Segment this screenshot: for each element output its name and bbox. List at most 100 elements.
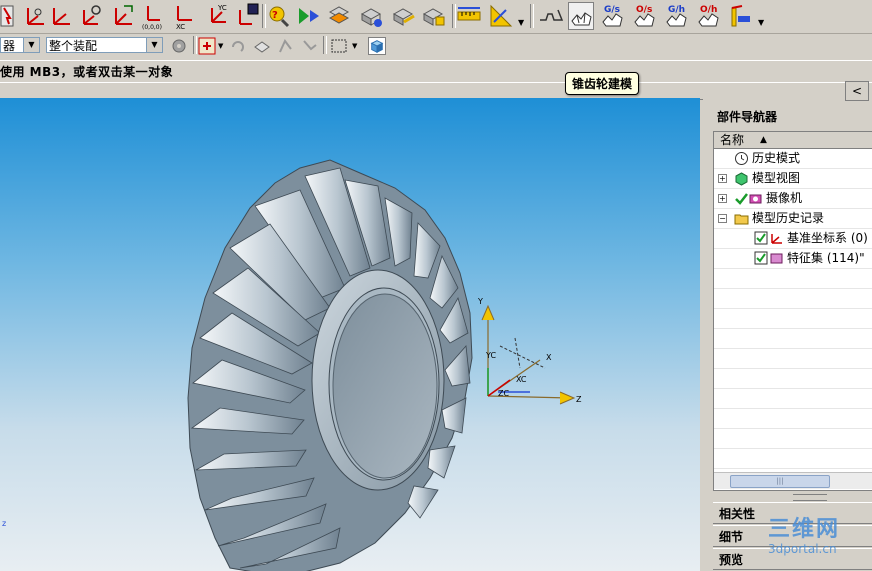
feature-set-icon: [769, 251, 784, 266]
feature-select-icon[interactable]: [301, 37, 319, 55]
tree-empty-row: [714, 449, 872, 469]
gear-display-icon[interactable]: [728, 2, 754, 30]
column-header-label: 名称: [720, 133, 745, 147]
bevel-gear-icon[interactable]: [568, 2, 594, 30]
scrollbar-thumb[interactable]: |||: [730, 475, 830, 488]
wcs-triad: Y Z X YC XC ZC: [477, 297, 582, 405]
gear-gh-icon[interactable]: G/h: [664, 2, 690, 30]
status-bar: 使用 MB3，或者双击某一对象: [0, 60, 872, 81]
part-navigator: < 部件导航器 名称 ▲ 历史模式 + 模型视图 + 摄像机 − 模型历史记录: [703, 81, 872, 571]
toolbar-separator: [323, 36, 327, 54]
model-view-icon: [734, 171, 749, 186]
toolbar-separator: [193, 36, 197, 54]
svg-text:?: ?: [272, 10, 278, 21]
expand-icon[interactable]: +: [718, 194, 727, 203]
tree-item-label: 摄像机: [766, 191, 803, 205]
folder-icon: [734, 211, 749, 226]
svg-text:(0,0,0): (0,0,0): [142, 24, 162, 30]
gear-os-label: O/s: [636, 5, 652, 15]
gear-os-icon[interactable]: O/s: [632, 2, 658, 30]
watermark: 三维网 3dportal.cn: [768, 517, 841, 557]
csys-dynamic-icon[interactable]: [110, 2, 136, 30]
gear-hub: [311, 269, 445, 491]
watermark-logo: 三维网: [768, 517, 841, 542]
gear-gs-label: G/s: [604, 5, 620, 15]
tree-item-datum-csys[interactable]: 基准坐标系 (0): [714, 229, 872, 249]
chevron-down-icon[interactable]: ▼: [146, 38, 162, 52]
graphics-viewport[interactable]: Y Z X YC XC ZC z: [0, 98, 700, 571]
tree-item-label: 模型视图: [752, 171, 801, 185]
undo-icon[interactable]: [229, 37, 247, 55]
scope-value: 整个装配: [49, 39, 98, 53]
csys-000-icon[interactable]: (0,0,0): [140, 2, 166, 31]
snap-point-icon[interactable]: [198, 37, 216, 55]
expression-icon[interactable]: ?: [266, 2, 292, 30]
face-select-icon[interactable]: [253, 37, 271, 55]
horizontal-scrollbar[interactable]: |||: [714, 472, 872, 489]
tree-item-label: 特征集 (114)": [787, 251, 865, 265]
datum-csys-icon: [769, 231, 784, 246]
navigator-title: 部件导航器: [717, 110, 778, 124]
tree-item-model-history[interactable]: − 模型历史记录: [714, 209, 872, 229]
chevron-down-icon[interactable]: ▼: [23, 38, 39, 52]
bevel-gear-model[interactable]: Y Z X YC XC ZC z: [0, 98, 700, 571]
rectangle-select-icon[interactable]: [330, 37, 348, 55]
collapse-button[interactable]: <: [845, 81, 869, 101]
checkbox-checked-icon[interactable]: [754, 231, 769, 246]
spur-gear-icon[interactable]: [538, 2, 564, 30]
gear-oh-icon[interactable]: O/h: [696, 2, 722, 30]
feature-icon[interactable]: [326, 2, 352, 30]
splitter-grip[interactable]: [793, 494, 827, 501]
main-toolbar: (0,0,0) XC YC ? ▼ G/s O/s G/h O/h ▼: [0, 0, 872, 34]
axis-yc-label: YC: [485, 351, 496, 360]
check-icon[interactable]: [734, 191, 749, 206]
assembly-edit-icon[interactable]: [390, 2, 416, 30]
csys-xc-icon[interactable]: XC: [170, 2, 196, 31]
dropdown-arrow[interactable]: ▼: [218, 42, 223, 50]
tree-empty-row: [714, 269, 872, 289]
play-icon[interactable]: [296, 2, 322, 30]
type-filter-value: 器: [3, 39, 16, 53]
tooltip: 锥齿轮建模: [565, 72, 640, 95]
scope-select[interactable]: 整个装配 ▼: [46, 37, 163, 53]
collapse-icon[interactable]: −: [718, 214, 727, 223]
view-cube-icon[interactable]: [368, 37, 386, 55]
checkbox-checked-icon[interactable]: [754, 251, 769, 266]
measure-distance-icon[interactable]: [456, 2, 482, 30]
tangent-select-icon[interactable]: [277, 37, 295, 55]
csys-icon[interactable]: [22, 2, 48, 30]
sort-arrow-icon[interactable]: ▲: [760, 132, 767, 148]
csys-yc-icon[interactable]: YC: [204, 2, 230, 30]
tree-item-label: 历史模式: [752, 151, 801, 165]
axis-x-label: X: [546, 353, 552, 362]
assembly-box-icon[interactable]: [420, 2, 446, 30]
tree-empty-row: [714, 329, 872, 349]
tree-item-history-mode[interactable]: 历史模式: [714, 149, 872, 169]
tree-empty-row: [714, 349, 872, 369]
type-filter-select[interactable]: 器 ▼: [0, 37, 40, 53]
tree-item-model-view[interactable]: + 模型视图: [714, 169, 872, 189]
assembly-icon[interactable]: [358, 2, 384, 30]
column-header[interactable]: 名称 ▲: [714, 132, 872, 149]
status-text: 使用 MB3，或者双击某一对象: [0, 65, 174, 79]
expand-icon[interactable]: +: [718, 174, 727, 183]
tree-empty-row: [714, 409, 872, 429]
axis-xc-label: XC: [516, 375, 527, 384]
tree-empty-row: [714, 369, 872, 389]
camera-icon: [748, 191, 763, 206]
dropdown-arrow[interactable]: ▼: [758, 18, 764, 27]
csys-origin-icon[interactable]: [48, 2, 74, 30]
tree-empty-row: [714, 309, 872, 329]
tree-item-label: 模型历史记录: [752, 211, 825, 225]
tree-item-feature-set[interactable]: 特征集 (114)": [714, 249, 872, 269]
tree-empty-row: [714, 389, 872, 409]
measure-angle-icon[interactable]: [488, 2, 514, 30]
dropdown-arrow[interactable]: ▼: [352, 42, 357, 50]
csys-rotate-icon[interactable]: [78, 2, 104, 30]
gear-gs-icon[interactable]: G/s: [600, 2, 626, 30]
tree-item-camera[interactable]: + 摄像机: [714, 189, 872, 209]
save-csys-icon[interactable]: [234, 2, 260, 30]
gear-filter-icon[interactable]: [170, 37, 188, 55]
dropdown-arrow[interactable]: ▼: [518, 18, 524, 27]
svg-text:YC: YC: [217, 4, 227, 12]
